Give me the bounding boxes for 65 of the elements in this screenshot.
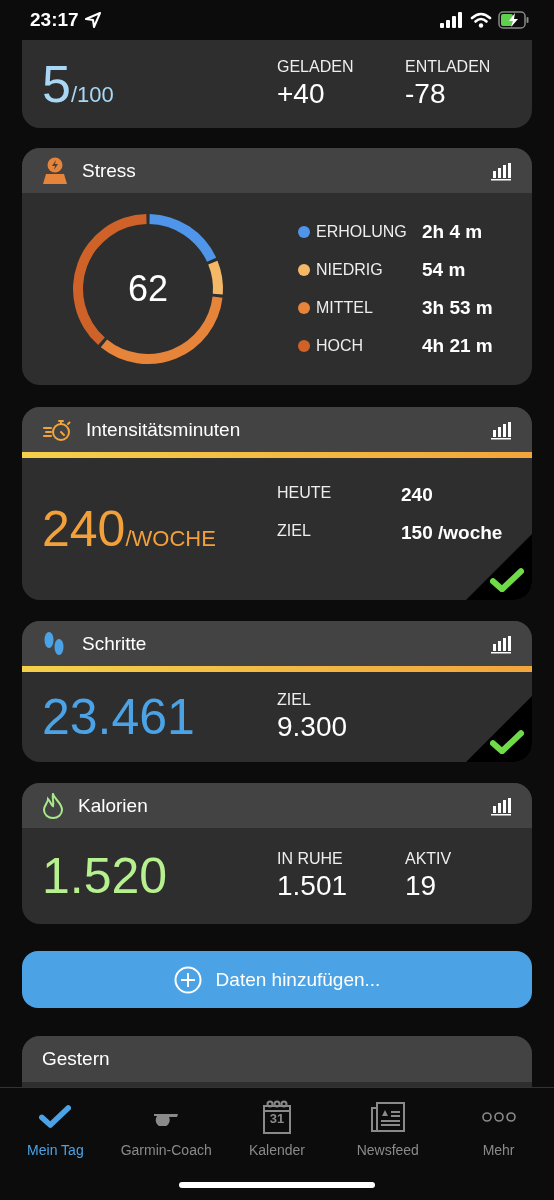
stressed-person-icon [42,156,68,185]
body-battery-value: 5 [42,58,71,110]
card-title: Stress [82,159,137,182]
stat-label: IN RUHE [277,850,344,868]
steps-card[interactable]: Schritte 23.461 ZIEL 9.300 [22,621,532,762]
legend-value: 4h 21 m [422,335,493,357]
calendar-icon [262,1100,292,1134]
newspaper-icon [370,1102,405,1132]
legend-value: 2h 4 m [422,221,484,243]
stress-score: 62 [127,268,168,310]
stat-value: 240 [401,484,434,506]
signal-icon [440,12,464,28]
legend-value: 54 m [422,259,467,281]
yesterday-card[interactable]: Gestern [22,1036,532,1087]
goal-check-icon [490,729,524,754]
stat-value: 1.501 [277,870,349,902]
bar-chart-icon[interactable] [490,419,512,440]
card-title: Gestern [42,1048,110,1070]
intensity-unit: /WOCHE [125,526,216,552]
stat-label: AKTIV [405,850,453,868]
stat-label: ZIEL [277,522,312,541]
stat-label: HEUTE [277,484,333,503]
calories-value: 1.520 [42,851,168,901]
goal-check-icon [490,567,524,592]
intensity-value: 240 [42,504,126,554]
stat-value: +40 [277,78,326,110]
wifi-icon [470,12,492,28]
steps-value: 23.461 [42,692,195,742]
bar-chart-icon[interactable] [490,795,512,816]
intensity-card[interactable]: Intensitätsminuten 240/WOCHE HEUTE 240 ZIEL 150 /woche [22,407,532,600]
legend-label: ERHOLUNG [316,223,408,241]
stat-value: 150 /woche [401,522,504,544]
card-title: Intensitätsminuten [86,418,242,441]
legend-label: HOCH [316,337,365,355]
stopwatch-icon [42,417,72,442]
card-title: Schritte [82,632,148,655]
tab-bar-item[interactable]: Mehr [443,1098,554,1158]
clock-time: 23:17 [30,9,79,31]
stat-value: 9.300 [277,711,349,743]
stat-label: GELADEN [277,58,355,76]
more-icon [481,1111,516,1123]
stat-label: ZIEL [277,691,312,709]
battery-icon [498,11,530,29]
legend-label: NIEDRIG [316,261,384,279]
calendar-day: 31 [262,1111,292,1126]
legend-label: MITTEL [316,299,374,317]
tab-bar-item[interactable]: Newsfeed [332,1098,443,1158]
location-arrow-icon [84,12,101,28]
bar-chart-icon[interactable] [490,633,512,654]
body-battery-max: /100 [70,82,114,108]
tab-bar-item[interactable]: Garmin-Coach [111,1098,222,1158]
tab-bar-item[interactable]: Mein Tag [0,1098,111,1158]
flame-icon [42,792,64,819]
body-battery-card[interactable]: 5/100 GELADEN +40 ENTLADEN -78 [22,40,532,128]
tab-bar-item[interactable]: 31 Kalender [222,1098,332,1158]
plus-circle-icon [173,965,202,994]
stat-value: 19 [405,870,438,902]
stat-value: -78 [405,78,447,110]
stress-card[interactable]: Stress 62 ERHOLUNG 2h 4 m NIEDRIG 54 m MITTEL 3h 53 m HOCH 4h 21 m [22,148,532,385]
legend-value: 3h 53 m [422,297,493,319]
calories-card[interactable]: Kalorien 1.520 IN RUHE 1.501 AKTIV 19 [22,783,532,924]
stat-label: ENTLADEN [405,58,492,76]
card-title: Kalorien [78,794,149,817]
bar-chart-icon[interactable] [490,160,512,181]
check-icon [39,1105,72,1129]
